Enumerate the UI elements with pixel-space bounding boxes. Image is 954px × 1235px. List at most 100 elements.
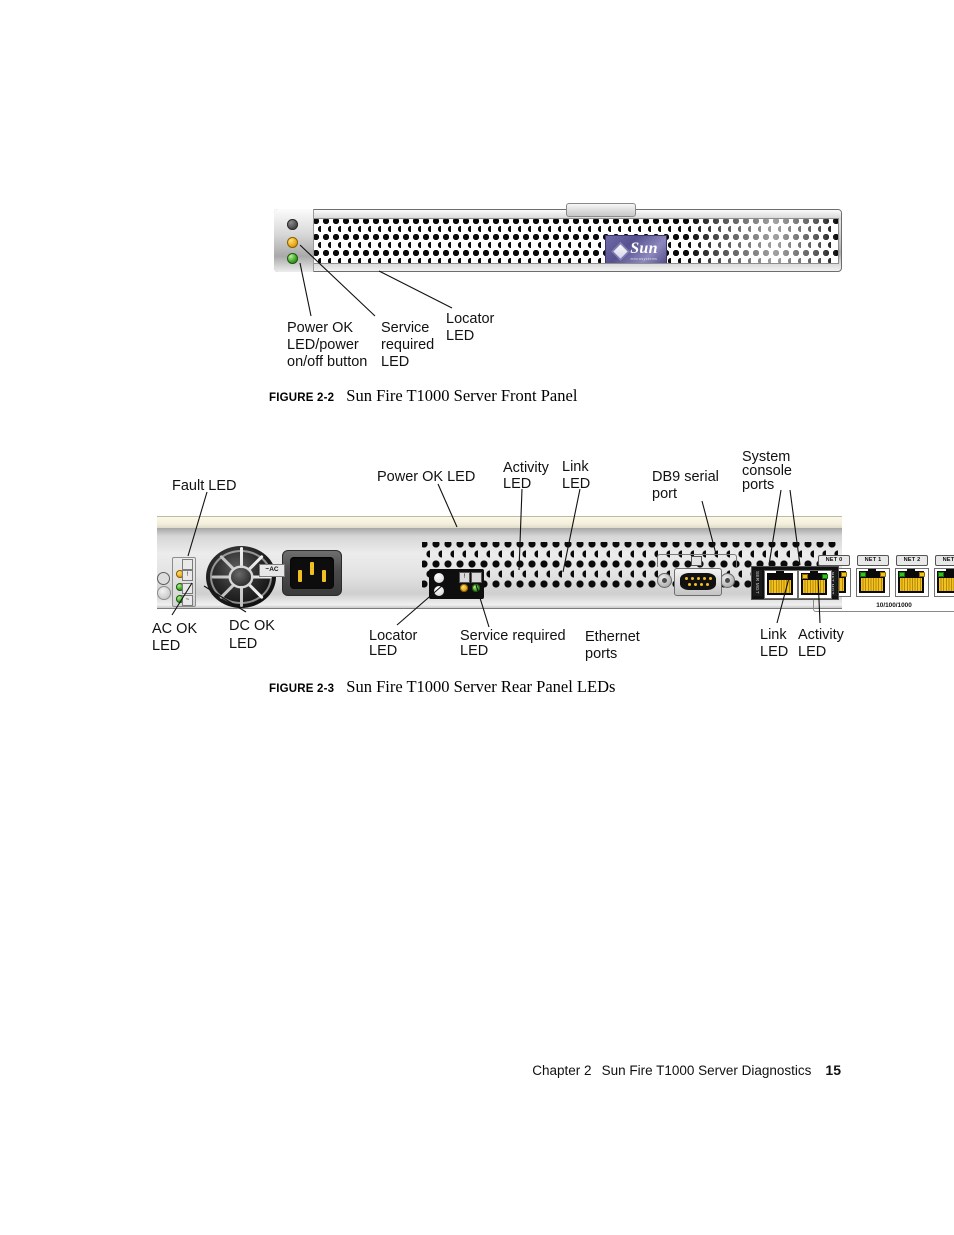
- callout-fault-led: Fault LED: [172, 478, 237, 494]
- document-page: Sun microsystems Power OK LED/power on/o…: [0, 0, 954, 1235]
- front-service-required-led-icon: [287, 237, 298, 248]
- net2-link-led-icon: [899, 572, 905, 577]
- rj45-contacts: [803, 580, 825, 593]
- net3-link-led-icon: [938, 572, 944, 577]
- callout-service-required-line3: LED: [381, 354, 410, 370]
- leader-locator: [378, 270, 453, 309]
- front-panel-illustration: Sun microsystems: [274, 203, 842, 272]
- rj45-clip: [946, 569, 954, 575]
- ac-pin: [322, 570, 326, 582]
- rear-power-ok-led-icon: [472, 584, 480, 592]
- callout-service-required-line2: required: [381, 337, 435, 353]
- net-mgt-port[interactable]: [798, 570, 832, 599]
- netmgt-link-led-icon: [802, 574, 808, 579]
- db9-screw-left: [657, 573, 672, 588]
- callout-console-link-led-line1: Link: [760, 627, 787, 643]
- figure-2-2-caption: FIGURE 2-2 Sun Fire T1000 Server Front Pa…: [269, 386, 577, 406]
- net-port-label-3: NET 3: [935, 555, 954, 566]
- ac-pin: [310, 562, 314, 575]
- figure-2-3-title: Sun Fire T1000 Server Rear Panel LEDs: [346, 677, 616, 696]
- db9-serial-port[interactable]: [657, 554, 737, 602]
- callout-db9-serial-port-line1: DB9 serial: [652, 469, 719, 485]
- dc-symbol-icon: [182, 583, 193, 594]
- footer-chapter: Chapter 2: [532, 1063, 592, 1078]
- callout-ethernet-ports-line1: Ethernet: [585, 629, 640, 645]
- ser-mgt-port[interactable]: [764, 570, 798, 599]
- locator-led-icon: [434, 586, 444, 596]
- callout-rear-link-led-line2: LED: [562, 476, 591, 492]
- callout-ac-ok-led-line2: LED: [152, 638, 181, 654]
- front-panel-latch-tab: [566, 203, 636, 217]
- ethernet-port-net3[interactable]: [934, 568, 954, 597]
- front-power-ok-led-icon: [287, 253, 298, 264]
- net-port-label-2: NET 2: [896, 555, 928, 566]
- system-console-ports-block: SER MGT NET MGT: [751, 566, 839, 600]
- callout-rear-locator-led-line2: LED: [369, 643, 398, 659]
- net-port-label-0: NET 0: [818, 555, 850, 566]
- net0-activity-led-icon: [841, 572, 847, 577]
- db9-shell: [674, 568, 722, 596]
- power-symbol-icon: [471, 572, 482, 583]
- power-supply-fan: [206, 546, 276, 608]
- callout-power-ok-line1: Power OK: [287, 320, 354, 336]
- ethernet-port-net2[interactable]: [895, 568, 929, 597]
- rj45-contacts: [769, 580, 791, 593]
- callout-power-ok-line3: on/off button: [287, 354, 368, 370]
- ethernet-speed-label: 10/100/1000: [876, 602, 912, 609]
- locator-service-led-panel: !: [429, 569, 484, 599]
- psu-label-icon: [182, 559, 193, 570]
- callout-db9-serial-port-line2: port: [652, 486, 677, 502]
- footer-title: Sun Fire T1000 Server Diagnostics: [601, 1063, 812, 1078]
- rj45-clip: [810, 571, 818, 577]
- callout-rear-activity-led-line1: Activity: [503, 460, 549, 476]
- callout-console-link-led-line2: LED: [760, 644, 789, 660]
- figure-2-3-key: FIGURE 2-3: [269, 683, 335, 695]
- callout-locator-line2: LED: [446, 328, 475, 344]
- ac-inlet-socket: [290, 557, 334, 589]
- callout-system-console-line3: ports: [742, 477, 775, 493]
- callout-leader-lines: [171, 244, 821, 628]
- netmgt-activity-led-icon: [822, 574, 828, 579]
- ground-symbol-icon: [157, 572, 170, 585]
- sun-diamond-icon: [611, 241, 630, 261]
- sun-logo-tagline: microsystems: [630, 256, 658, 261]
- ac-power-inlet: ~AC: [259, 550, 342, 596]
- callout-dc-ok-led-line1: DC OK: [229, 618, 275, 634]
- callout-dc-ok-led-line2: LED: [229, 636, 258, 652]
- rj45-clip: [907, 569, 915, 575]
- footer-page-number: 15: [825, 1062, 841, 1078]
- ethernet-port-net1[interactable]: [856, 568, 890, 597]
- front-panel-vent-grill: Sun microsystems: [313, 218, 839, 264]
- net1-link-led-icon: [860, 572, 866, 577]
- callout-ac-ok-led-line1: AC OK: [152, 621, 198, 637]
- fan-hub: [231, 568, 251, 586]
- rear-service-required-led-icon: [460, 584, 468, 592]
- fault-symbol-icon: !: [182, 570, 193, 581]
- net2-activity-led-icon: [919, 572, 925, 577]
- callout-rear-service-required-line2: LED: [460, 643, 489, 659]
- figure-2-2-title: Sun Fire T1000 Server Front Panel: [346, 386, 578, 405]
- callout-rear-link-led-line1: Link: [562, 459, 589, 475]
- net1-activity-led-icon: [880, 572, 886, 577]
- callout-service-required-line1: Service: [381, 320, 430, 336]
- callout-console-activity-led-line1: Activity: [798, 627, 844, 643]
- callout-rear-power-ok-led: Power OK LED: [377, 469, 476, 485]
- net-port-label-1: NET 1: [857, 555, 889, 566]
- rj45-contacts: [939, 578, 954, 591]
- front-locator-led-icon: [287, 219, 298, 230]
- rj45-clip: [776, 571, 784, 577]
- callout-ethernet-ports-line2: ports: [585, 646, 618, 662]
- callout-rear-activity-led-line2: LED: [503, 476, 532, 492]
- rear-panel-illustration: ! ~ ~AC ! NET 0 NET 1 NET 2 NET 10/100/1…: [157, 516, 954, 612]
- figure-2-2-key: FIGURE 2-2: [269, 392, 335, 404]
- locator-button[interactable]: [434, 573, 444, 583]
- callout-locator-line1: Locator: [446, 311, 495, 327]
- rj45-contacts: [900, 578, 922, 591]
- figure-2-3-caption: FIGURE 2-3 Sun Fire T1000 Server Rear Pan…: [269, 677, 615, 697]
- callout-console-activity-led-line2: LED: [798, 644, 827, 660]
- rj45-clip: [868, 569, 876, 575]
- ac-symbol-icon: ~: [182, 595, 193, 606]
- db9-socket: [680, 573, 716, 590]
- rear-panel-chassis: ! ~ ~AC ! NET 0 NET 1 NET 2 NET 10/100/1…: [157, 528, 954, 612]
- service-symbol-icon: !: [459, 572, 470, 583]
